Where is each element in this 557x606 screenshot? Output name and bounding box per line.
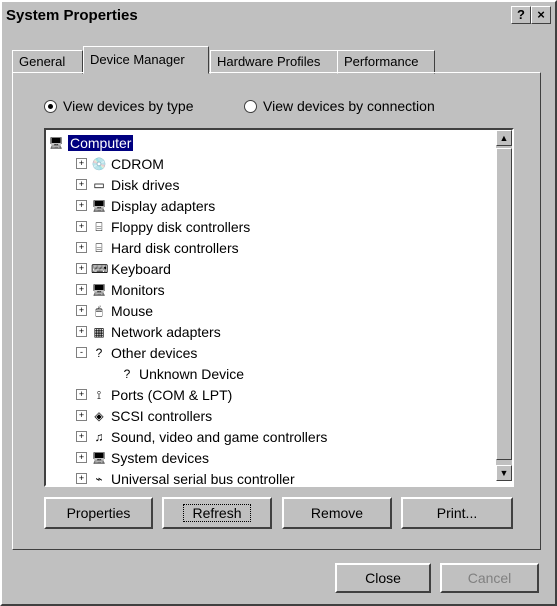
cdrom-icon: 💿 <box>91 156 107 171</box>
cancel-button[interactable]: Cancel <box>440 563 539 593</box>
question-icon: ? <box>123 366 131 381</box>
computer-icon: 🖥 <box>48 135 64 150</box>
expand-icon[interactable]: + <box>76 263 87 274</box>
device-tree-row[interactable]: + ▦ Network adapters <box>48 321 221 342</box>
device-tree-row[interactable]: + ⌁ Universal serial bus controller <box>48 468 295 487</box>
refresh-button-label: Refresh <box>183 504 251 522</box>
radio-button[interactable] <box>244 99 257 113</box>
device-tree-row[interactable]: + ▭ Disk drives <box>48 174 179 195</box>
title-bar[interactable]: System Properties ? × <box>4 4 553 26</box>
device-tree-row[interactable]: -? Other devices <box>48 342 197 363</box>
hard-disk-controller-icon: ⌸ <box>95 240 103 255</box>
properties-button[interactable]: Properties <box>44 497 153 529</box>
vertical-scrollbar[interactable]: ▲ ▼ <box>496 130 512 481</box>
device-tree-row[interactable]: + 💿 CDROM <box>48 153 164 174</box>
device-tree-label: Network adapters <box>111 323 221 340</box>
network-adapter-icon: ▦ <box>93 324 105 339</box>
tab-device-manager[interactable]: Device Manager <box>83 46 209 74</box>
device-tree-label: Computer <box>68 134 134 151</box>
device-tree-label: Mouse <box>111 302 154 319</box>
expand-icon[interactable]: + <box>76 389 87 400</box>
close-button[interactable]: Close <box>335 563 431 593</box>
expand-icon[interactable]: + <box>76 452 87 463</box>
device-tree-row[interactable]: + ◈ SCSI controllers <box>48 405 212 426</box>
expand-icon[interactable]: + <box>76 431 87 442</box>
device-tree-label: SCSI controllers <box>111 407 213 424</box>
radio-dot <box>48 103 53 109</box>
mouse-icon: 🖱 <box>95 303 103 318</box>
collapse-icon[interactable]: - <box>76 347 87 358</box>
device-tree-row[interactable]: + ⌸ Hard disk controllers <box>48 237 239 258</box>
expand-icon[interactable]: + <box>76 179 87 190</box>
device-tree-row[interactable]: + ♫ Sound, video and game controllers <box>48 426 327 447</box>
device-tree-row[interactable]: 🖥 Computer <box>48 132 134 153</box>
help-button[interactable]: ? <box>511 6 531 24</box>
device-tree-label: Universal serial bus controller <box>111 470 295 487</box>
expand-icon[interactable]: + <box>76 410 87 421</box>
device-tree-row[interactable]: + ⌸ Floppy disk controllers <box>48 216 250 237</box>
usb-icon: ⌁ <box>95 471 103 486</box>
device-tree-label: Floppy disk controllers <box>111 218 251 235</box>
device-tree-row[interactable]: + 🖥 Display adapters <box>48 195 215 216</box>
device-tree-row[interactable]: + 🖥 System devices <box>48 447 209 468</box>
device-tree-row[interactable]: ? Unknown Device <box>48 363 244 384</box>
view-by-connection-radio[interactable]: View devices by connection <box>244 98 435 114</box>
window-title: System Properties <box>6 7 138 24</box>
port-icon: ⟟ <box>96 387 102 402</box>
monitor-icon: 🖥 <box>91 282 107 297</box>
device-tree-label: Unknown Device <box>139 365 245 382</box>
scsi-icon: ◈ <box>94 408 104 423</box>
scroll-down-arrow-icon[interactable]: ▼ <box>496 465 512 481</box>
expand-icon[interactable]: + <box>76 221 87 232</box>
system-device-icon: 🖥 <box>91 450 107 465</box>
sound-icon: ♫ <box>94 429 104 444</box>
device-tree-label: Display adapters <box>111 197 216 214</box>
tab-general[interactable]: General <box>12 50 83 74</box>
expand-icon[interactable]: + <box>76 158 87 169</box>
view-by-connection-label: View devices by connection <box>263 98 435 114</box>
device-tree-label: System devices <box>111 449 210 466</box>
device-tree-label: Keyboard <box>111 260 171 277</box>
radio-button-selected[interactable] <box>44 99 57 113</box>
scroll-up-arrow-icon[interactable]: ▲ <box>496 130 512 146</box>
device-tree-label: Ports (COM & LPT) <box>111 386 233 403</box>
tab-performance[interactable]: Performance <box>337 50 435 74</box>
expand-icon[interactable]: + <box>76 200 87 211</box>
device-tree-label: CDROM <box>111 155 164 172</box>
device-tree-row[interactable]: + 🖥 Monitors <box>48 279 165 300</box>
refresh-button[interactable]: Refresh <box>162 497 272 529</box>
floppy-controller-icon: ⌸ <box>95 219 103 234</box>
disk-drive-icon: ▭ <box>93 177 105 192</box>
device-tree-label: Monitors <box>111 281 165 298</box>
device-tree-label: Hard disk controllers <box>111 239 239 256</box>
scroll-thumb[interactable] <box>496 148 512 460</box>
device-tree[interactable]: 🖥 Computer + 💿 CDROM + ▭ Disk drives + 🖥 Display a… <box>44 128 514 487</box>
view-by-type-label: View devices by type <box>63 98 194 114</box>
tab-hardware-profiles[interactable]: Hardware Profiles <box>210 50 338 74</box>
expand-icon[interactable]: + <box>76 284 87 295</box>
question-icon: ? <box>95 345 103 360</box>
close-icon[interactable]: × <box>531 6 551 24</box>
expand-icon[interactable]: + <box>76 473 87 484</box>
expand-icon[interactable]: + <box>76 326 87 337</box>
remove-button[interactable]: Remove <box>282 497 392 529</box>
device-tree-label: Sound, video and game controllers <box>111 428 328 445</box>
device-tree-label: Other devices <box>111 344 198 361</box>
expand-icon[interactable]: + <box>76 242 87 253</box>
device-tree-label: Disk drives <box>111 176 180 193</box>
monitor-icon: 🖥 <box>91 198 107 213</box>
device-tree-row[interactable]: + 🖱 Mouse <box>48 300 153 321</box>
print-button[interactable]: Print... <box>401 497 513 529</box>
expand-icon[interactable]: + <box>76 305 87 316</box>
keyboard-icon: ⌨ <box>91 261 109 276</box>
view-by-type-radio[interactable]: View devices by type <box>44 98 193 114</box>
device-tree-row[interactable]: + ⟟ Ports (COM & LPT) <box>48 384 232 405</box>
device-tree-row[interactable]: + ⌨ Keyboard <box>48 258 171 279</box>
